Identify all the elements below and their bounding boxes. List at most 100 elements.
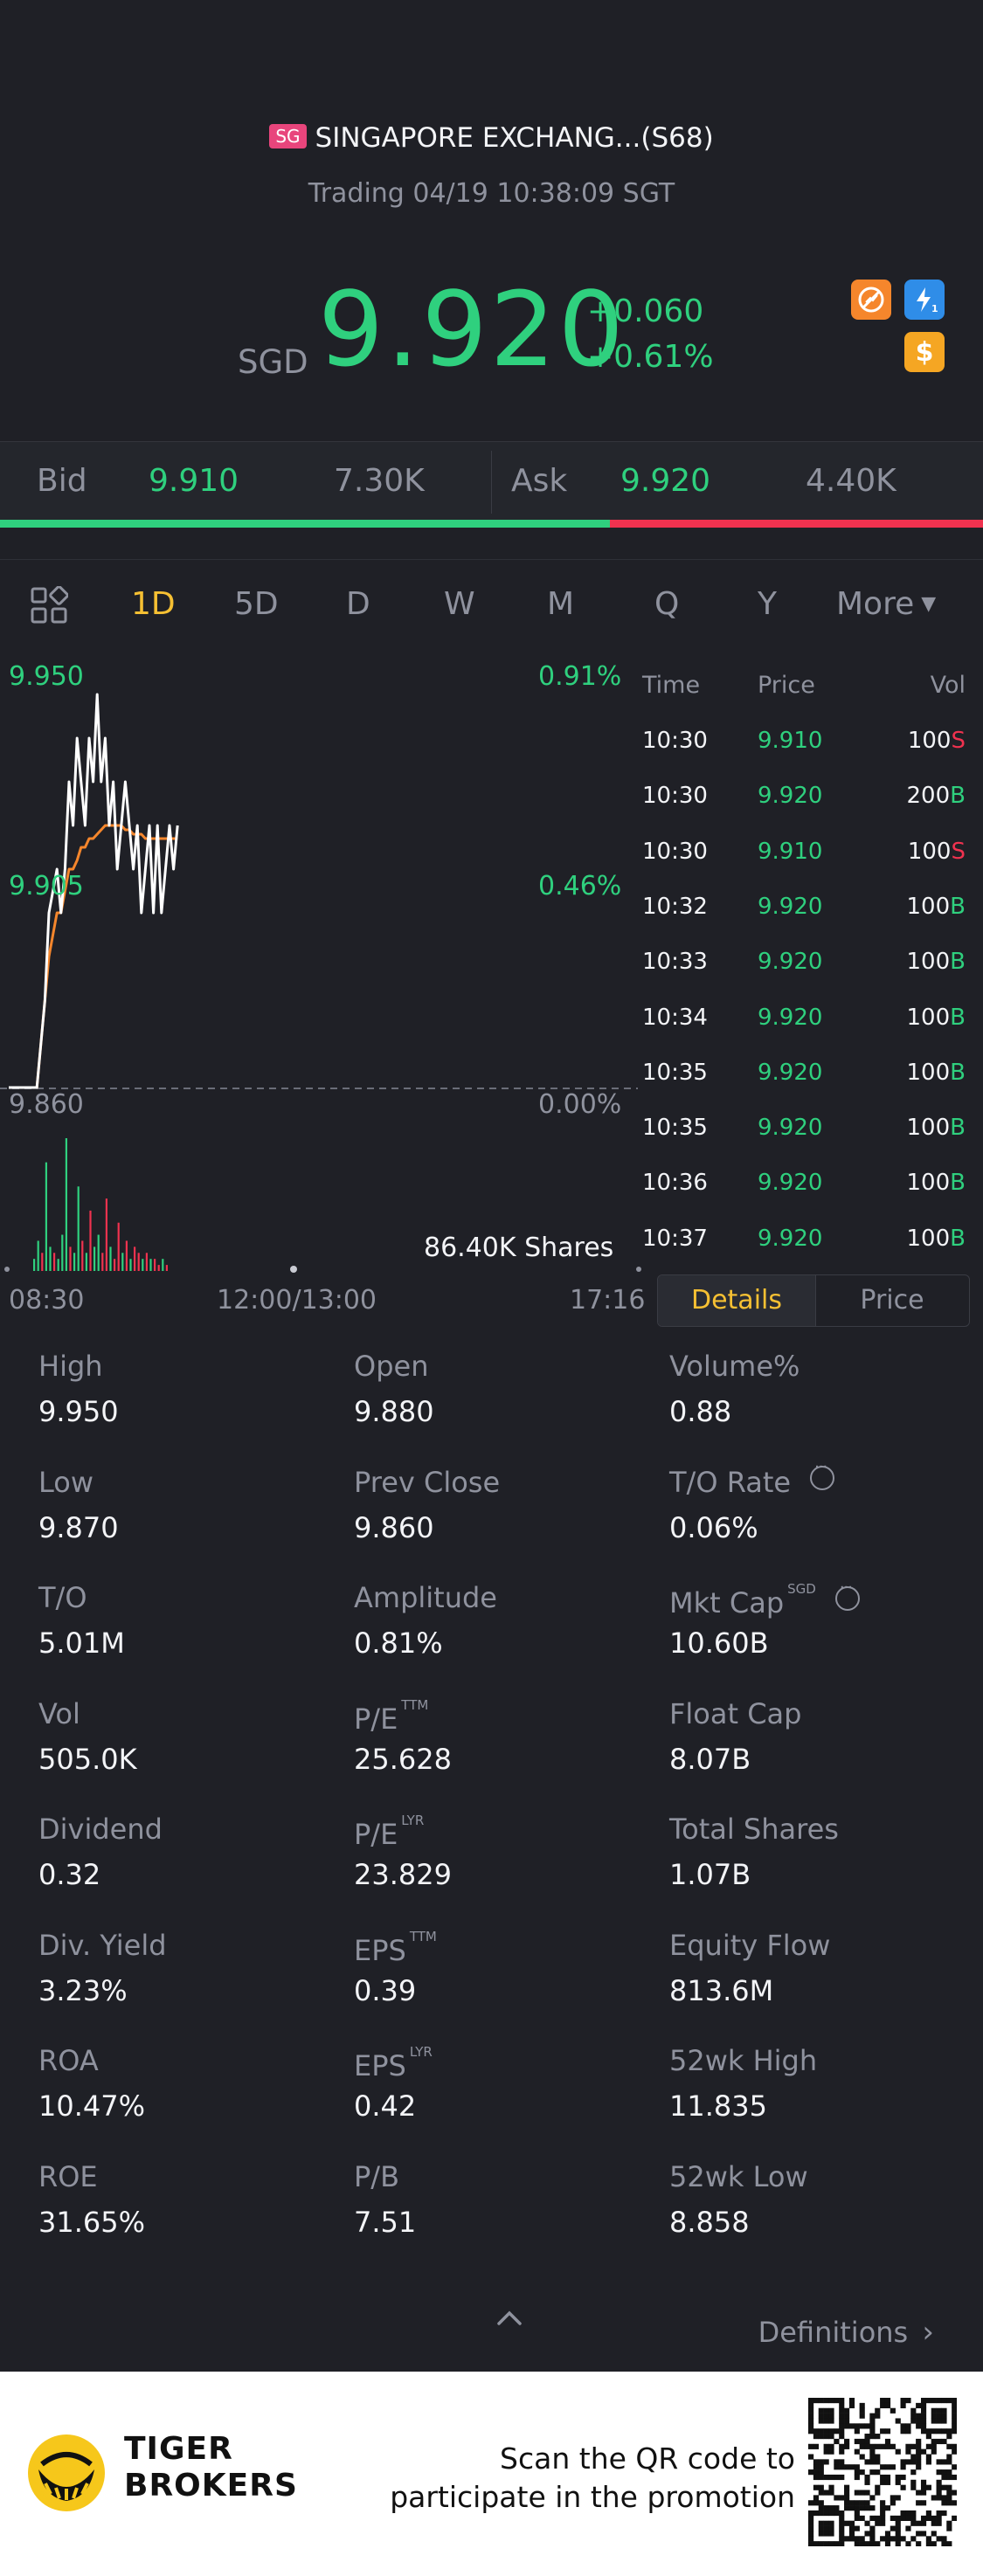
stat-item: P/E TTM 25.628 bbox=[354, 1697, 651, 1802]
info-icon[interactable] bbox=[834, 1578, 860, 1611]
stat-value: 9.860 bbox=[354, 1510, 434, 1544]
stat-label-text: Mkt Cap bbox=[669, 1586, 785, 1619]
qr-module bbox=[925, 2443, 931, 2449]
qr-module bbox=[823, 2428, 829, 2434]
tick-volume: 100S bbox=[908, 728, 966, 754]
qr-module bbox=[859, 2413, 865, 2419]
stat-label-text: Float Cap bbox=[669, 1696, 802, 1730]
stock-title-row[interactable]: SG SINGAPORE EXCHANG...(S68) bbox=[0, 122, 983, 154]
qr-module bbox=[839, 2495, 845, 2501]
qr-module bbox=[823, 2418, 829, 2424]
qr-module bbox=[864, 2479, 870, 2485]
tab-d[interactable]: D bbox=[346, 586, 370, 622]
stat-label: Float Cap bbox=[669, 1697, 801, 1730]
qr-module bbox=[875, 2469, 881, 2476]
chevron-right-icon: › bbox=[922, 2315, 934, 2350]
qr-module bbox=[884, 2479, 891, 2485]
time-and-sales[interactable]: Time Price Vol 10:30 9.910 100S 10:30 9.920 2… bbox=[642, 651, 983, 1275]
volume-bar bbox=[89, 1210, 92, 1271]
stat-value: 8.858 bbox=[669, 2205, 750, 2239]
stat-item: Volume% 0.88 bbox=[669, 1350, 966, 1454]
intraday-chart[interactable]: 9.950 9.905 9.860 0.91% 0.46% 0.00% 86.4… bbox=[0, 651, 645, 1316]
qr-module bbox=[931, 2448, 937, 2455]
bid-ask-divider bbox=[491, 451, 492, 514]
qr-module bbox=[931, 2541, 937, 2546]
qr-module bbox=[916, 2531, 922, 2537]
level1-icon[interactable]: 1 bbox=[904, 280, 945, 320]
stat-label: ROA bbox=[38, 2044, 99, 2077]
tab-1d[interactable]: 1D bbox=[131, 586, 176, 622]
stat-value: 10.60B bbox=[669, 1626, 769, 1660]
chevron-up-icon[interactable] bbox=[494, 2304, 525, 2331]
tick-price: 9.910 bbox=[758, 838, 823, 865]
dollar-icon[interactable]: $ bbox=[904, 332, 945, 372]
price-button[interactable]: Price bbox=[815, 1275, 969, 1326]
qr-module bbox=[880, 2398, 886, 2404]
qr-module bbox=[828, 2531, 834, 2537]
info-icon[interactable] bbox=[810, 1458, 835, 1490]
qr-module bbox=[828, 2434, 834, 2440]
tick-side: S bbox=[951, 728, 966, 754]
volume-bar bbox=[93, 1247, 96, 1271]
qr-module bbox=[818, 2510, 824, 2517]
tab-more[interactable]: More ▼ bbox=[836, 586, 936, 622]
tick-volume: 100B bbox=[907, 1115, 966, 1141]
qr-module bbox=[839, 2448, 845, 2455]
stat-item: ROA 10.47% bbox=[38, 2044, 336, 2149]
tab-m[interactable]: M bbox=[547, 586, 574, 622]
qr-module bbox=[941, 2484, 947, 2490]
stat-value: 11.835 bbox=[669, 2089, 767, 2123]
definitions-label: Definitions bbox=[758, 2316, 909, 2349]
qr-module bbox=[808, 2515, 814, 2521]
qr-module bbox=[844, 2413, 850, 2419]
qr-module bbox=[854, 2500, 860, 2506]
qr-module bbox=[884, 2536, 891, 2542]
tick-time: 10:35 bbox=[642, 1115, 708, 1142]
no-short-icon[interactable] bbox=[851, 280, 891, 320]
stat-value: 9.880 bbox=[354, 1395, 434, 1428]
qr-module bbox=[931, 2428, 937, 2434]
qr-module bbox=[839, 2515, 845, 2521]
details-button[interactable]: Details bbox=[658, 1275, 816, 1326]
tab-y[interactable]: Y bbox=[758, 586, 777, 622]
stat-item: EPS LYR 0.42 bbox=[354, 2044, 651, 2149]
tab-5d[interactable]: 5D bbox=[234, 586, 279, 622]
volume-bar bbox=[69, 1247, 72, 1271]
stat-label: T/O Rate bbox=[669, 1458, 835, 1499]
volume-bar bbox=[125, 1240, 128, 1271]
tick-side: B bbox=[950, 1225, 966, 1252]
qr-module bbox=[941, 2459, 947, 2465]
tab-q[interactable]: Q bbox=[654, 586, 679, 622]
qr-module bbox=[818, 2474, 824, 2481]
definitions-link[interactable]: Definitions › bbox=[758, 2315, 934, 2350]
stat-label-text: Volume% bbox=[669, 1350, 800, 1383]
qr-module bbox=[834, 2474, 840, 2481]
stat-label-superscript: TTM bbox=[409, 1928, 437, 1944]
qr-module bbox=[869, 2495, 876, 2501]
stat-item: P/B 7.51 bbox=[354, 2160, 651, 2265]
qr-module bbox=[895, 2515, 901, 2521]
stat-item: Low 9.870 bbox=[38, 1466, 336, 1571]
qr-module bbox=[900, 2510, 906, 2517]
stat-label: EPS TTM bbox=[354, 1929, 437, 1967]
stat-label-text: Equity Flow bbox=[669, 1928, 831, 1962]
tab-w[interactable]: W bbox=[444, 586, 475, 622]
tick-price: 9.920 bbox=[758, 1225, 823, 1252]
volume-bar bbox=[121, 1253, 124, 1271]
qr-module bbox=[844, 2464, 850, 2470]
volume-bar bbox=[41, 1253, 44, 1271]
grid-layout-icon[interactable] bbox=[30, 586, 68, 625]
qr-module bbox=[823, 2490, 829, 2496]
price-change: +0.060 bbox=[587, 294, 704, 329]
qr-module bbox=[875, 2520, 881, 2526]
qr-module bbox=[910, 2454, 917, 2460]
tick-volume-value: 100 bbox=[907, 838, 952, 865]
qr-module bbox=[895, 2448, 901, 2455]
stat-value: 0.39 bbox=[354, 1973, 417, 2007]
stat-label: Low bbox=[38, 1466, 93, 1499]
volume-bar bbox=[134, 1247, 136, 1271]
volume-bar bbox=[162, 1259, 164, 1271]
qr-module bbox=[854, 2423, 860, 2429]
qr-module bbox=[916, 2402, 922, 2409]
stat-label: Amplitude bbox=[354, 1581, 497, 1614]
